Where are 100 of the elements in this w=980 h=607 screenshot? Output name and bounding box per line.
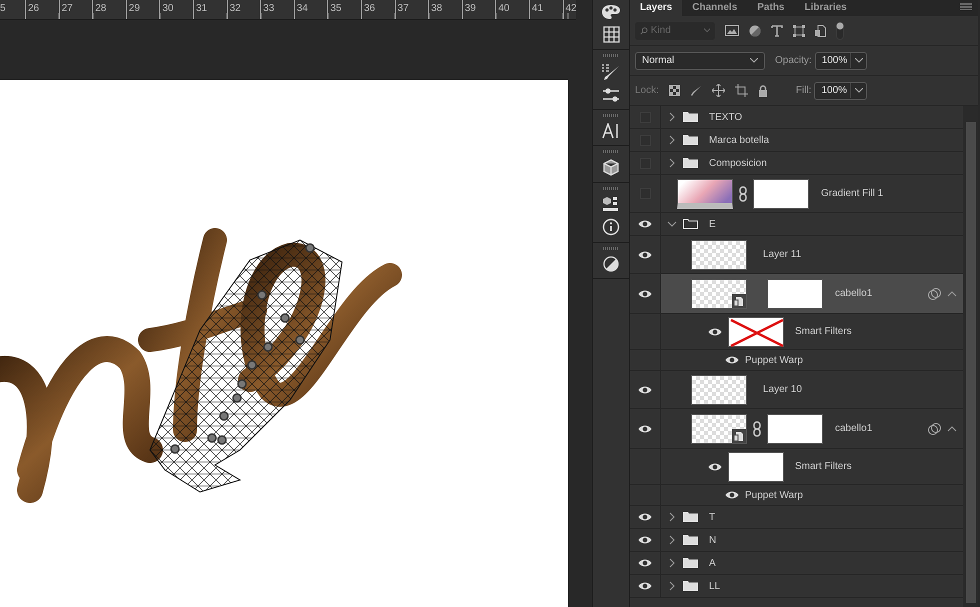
smart-filters-label: Smart Filters [795,325,852,339]
chevron-down-icon[interactable] [667,219,677,229]
ruler-number: 27 [58,0,92,19]
chevron-up-icon[interactable] [947,290,957,298]
layer-name: Composicion [709,156,767,170]
eye-icon[interactable] [638,250,652,260]
layer-name: A [709,556,716,570]
smart-filter-icon[interactable] [928,288,941,300]
chevron-right-icon[interactable] [667,158,677,168]
brush-icon[interactable] [690,84,702,96]
ruler-number: 28 [92,0,126,19]
ruler-number: 37 [394,0,428,19]
eye-icon[interactable] [725,490,739,500]
layer-name: cabello1 [835,422,872,436]
cube-icon[interactable] [603,159,619,176]
filter-name: Puppet Warp [745,354,803,368]
folder-icon [683,111,698,123]
adjustment-filter-icon[interactable] [749,24,761,36]
lock-icon[interactable] [758,84,768,96]
kind-filter-field[interactable]: Kind [635,22,715,40]
cube-list-icon[interactable] [602,196,620,212]
chevron-right-icon[interactable] [667,135,677,145]
folder-icon [683,557,698,569]
layer-name: E [709,218,716,232]
chevron-right-icon[interactable] [667,558,677,568]
opacity-field[interactable]: 100% [814,52,868,70]
mask-thumbnail [767,414,823,444]
smart-object-filter-icon[interactable] [815,24,826,36]
panel-tab[interactable]: Layers [630,0,682,16]
palette-icon[interactable] [601,4,621,20]
link-icon[interactable] [753,420,761,436]
chevron-down-icon [750,58,758,63]
shape-filter-icon[interactable] [793,24,805,36]
chevron-up-icon[interactable] [947,424,957,432]
blend-mode-dropdown[interactable]: Normal [635,52,765,70]
eye-icon[interactable] [708,462,722,472]
layer-name: Marca botella [709,134,770,148]
image-filter-icon[interactable] [725,25,739,36]
ruler-number: 33 [260,0,294,19]
eye-icon[interactable] [638,535,652,545]
chevron-right-icon[interactable] [667,581,677,591]
eye-icon[interactable] [638,384,652,394]
ruler-number: 35 [327,0,361,19]
opacity-label: Opacity: [775,54,812,68]
layer-name: Gradient Fill 1 [821,187,884,201]
layer-name: cabello1 [835,287,872,301]
mask-thumbnail [753,178,809,208]
scrollbar[interactable] [963,106,978,607]
ruler-number: 31 [192,0,227,19]
fill-label: Fill: [796,84,812,98]
eye-icon[interactable] [638,219,652,229]
eye-icon[interactable] [708,326,722,336]
kind-filter-input[interactable]: Kind [650,23,701,38]
layer-thumbnail [691,374,747,404]
smart-filter-icon[interactable] [928,422,941,434]
eye-icon[interactable] [638,558,652,568]
filter-toggle[interactable] [836,22,844,40]
chevron-right-icon[interactable] [667,112,677,122]
smart-object-icon [732,428,746,442]
adjustments-icon[interactable] [603,256,619,272]
artboard-icon[interactable] [734,84,748,97]
layer-name: Layer 11 [763,248,802,262]
search-icon [640,26,648,36]
eye-icon[interactable] [638,581,652,591]
grid-icon[interactable] [602,26,620,43]
gradient-thumbnail [677,178,733,208]
ruler-number: 36 [360,0,395,19]
lock-transparency-icon[interactable] [668,85,680,96]
menu-icon[interactable] [960,3,972,10]
lock-label: Lock: [635,84,659,98]
layer-name: TEXTO [709,110,742,124]
brush-presets-icon[interactable] [601,63,621,81]
ruler-number: 34 [294,0,328,19]
type-filter-icon[interactable] [771,24,783,36]
ruler-number: 32 [226,0,260,19]
chevron-right-icon[interactable] [667,535,677,545]
eye-icon[interactable] [638,424,652,434]
folder-icon [683,134,698,146]
ruler-number: 41 [528,0,562,19]
filter-name: Puppet Warp [745,488,803,502]
eye-icon[interactable] [725,355,739,365]
ruler-number: 26 [25,0,59,19]
layer-name: LL [709,580,720,594]
chevron-right-icon[interactable] [667,512,677,522]
folder-icon [683,580,698,592]
folder-icon [683,218,698,230]
info-icon[interactable] [602,218,620,236]
chevron-down-icon [855,88,864,93]
eye-icon[interactable] [638,288,652,298]
chevron-down-icon [855,58,864,63]
ruler-number: 39 [462,0,496,19]
ruler-number: 29 [126,0,160,19]
smart-object-icon [732,294,746,308]
move-icon[interactable] [712,84,725,97]
fill-field[interactable]: 100% [814,82,868,100]
character-icon[interactable] [602,123,620,139]
eye-icon[interactable] [638,512,652,522]
link-icon[interactable] [739,186,747,202]
sliders-icon[interactable] [601,87,621,103]
layer-thumbnail [691,240,747,270]
